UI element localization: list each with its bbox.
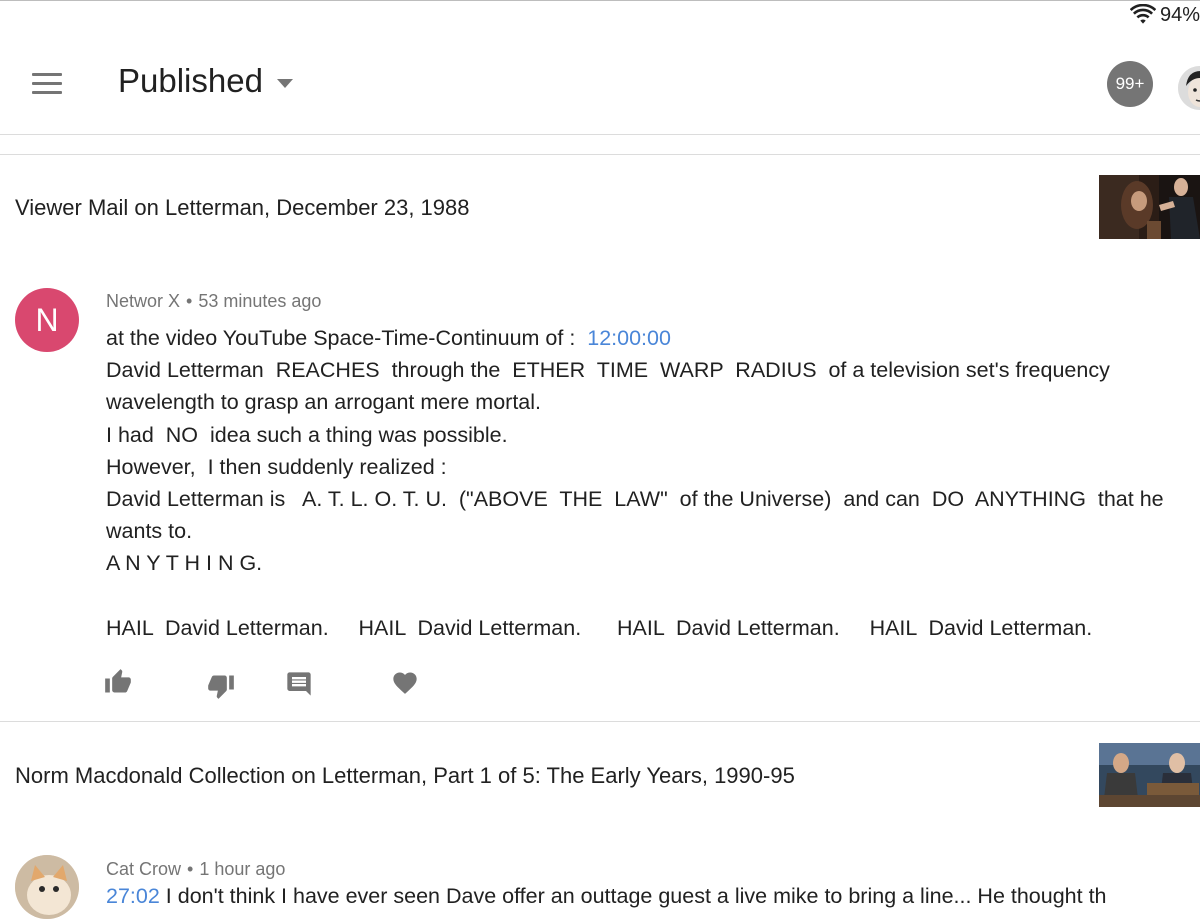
video-title[interactable]: Norm Macdonald Collection on Letterman, … — [15, 763, 795, 789]
comment-text: I don't think I have ever seen Dave offe… — [159, 884, 1107, 908]
list-divider — [0, 721, 1200, 722]
notification-badge[interactable]: 99+ — [1107, 61, 1153, 107]
menu-button[interactable] — [30, 68, 66, 96]
chevron-down-icon — [276, 78, 293, 88]
comment-author[interactable]: Networ X — [106, 291, 180, 311]
heart-button[interactable] — [389, 666, 421, 700]
status-bar: 94% — [1129, 3, 1200, 26]
comment-time: 1 hour ago — [199, 859, 286, 879]
top-border — [0, 0, 1200, 1]
hamburger-icon-bar — [32, 82, 62, 85]
comment-body: 27:02 I don't think I have ever seen Dav… — [106, 884, 1200, 914]
thumbs-down-icon — [208, 675, 234, 699]
commenter-avatar[interactable] — [15, 855, 79, 919]
comment-actions — [0, 665, 600, 705]
video-title[interactable]: Viewer Mail on Letterman, December 23, 1… — [15, 195, 470, 221]
list-divider — [0, 154, 1200, 155]
filter-dropdown[interactable]: Published — [118, 62, 293, 100]
wifi-icon — [1129, 4, 1156, 24]
comment-text: David Letterman REACHES through the ETHE… — [106, 358, 1164, 640]
video-thumbnail[interactable] — [1099, 175, 1200, 239]
dislike-button[interactable] — [205, 669, 237, 703]
hamburger-icon-bar — [32, 73, 62, 76]
reply-button[interactable] — [283, 667, 315, 701]
app-bar-divider — [0, 134, 1200, 135]
comment-author[interactable]: Cat Crow — [106, 859, 181, 879]
like-button[interactable] — [102, 665, 134, 699]
comment-meta: Cat Crow • 1 hour ago — [106, 859, 285, 880]
video-timestamp-link[interactable]: 12:00:00 — [587, 326, 671, 350]
commenter-avatar[interactable]: N — [15, 288, 79, 352]
comment-time: 53 minutes ago — [198, 291, 322, 311]
meta-separator: • — [187, 859, 194, 879]
comment-icon — [287, 672, 311, 696]
thumbs-up-icon — [105, 669, 131, 693]
comment-meta: Networ X • 53 minutes ago — [106, 291, 321, 312]
avatar-image — [1178, 66, 1200, 110]
page-title: Published — [118, 62, 263, 99]
video-thumbnail[interactable] — [1099, 743, 1200, 807]
comment-text-prefix: at the video YouTube Space-Time-Continuu… — [106, 326, 588, 350]
account-avatar[interactable] — [1178, 66, 1200, 110]
comment-body: at the video YouTube Space-Time-Continuu… — [106, 322, 1196, 644]
thumbnail-image — [1099, 743, 1200, 807]
cat-avatar-image — [15, 855, 79, 919]
meta-separator: • — [186, 291, 193, 311]
battery-percentage: 94% — [1159, 3, 1200, 26]
app-bar: Published 99+ — [0, 30, 1200, 134]
heart-icon — [393, 672, 417, 694]
hamburger-icon-bar — [32, 91, 62, 94]
thumbnail-image — [1099, 175, 1200, 239]
video-timestamp-link[interactable]: 27:02 — [106, 884, 160, 908]
